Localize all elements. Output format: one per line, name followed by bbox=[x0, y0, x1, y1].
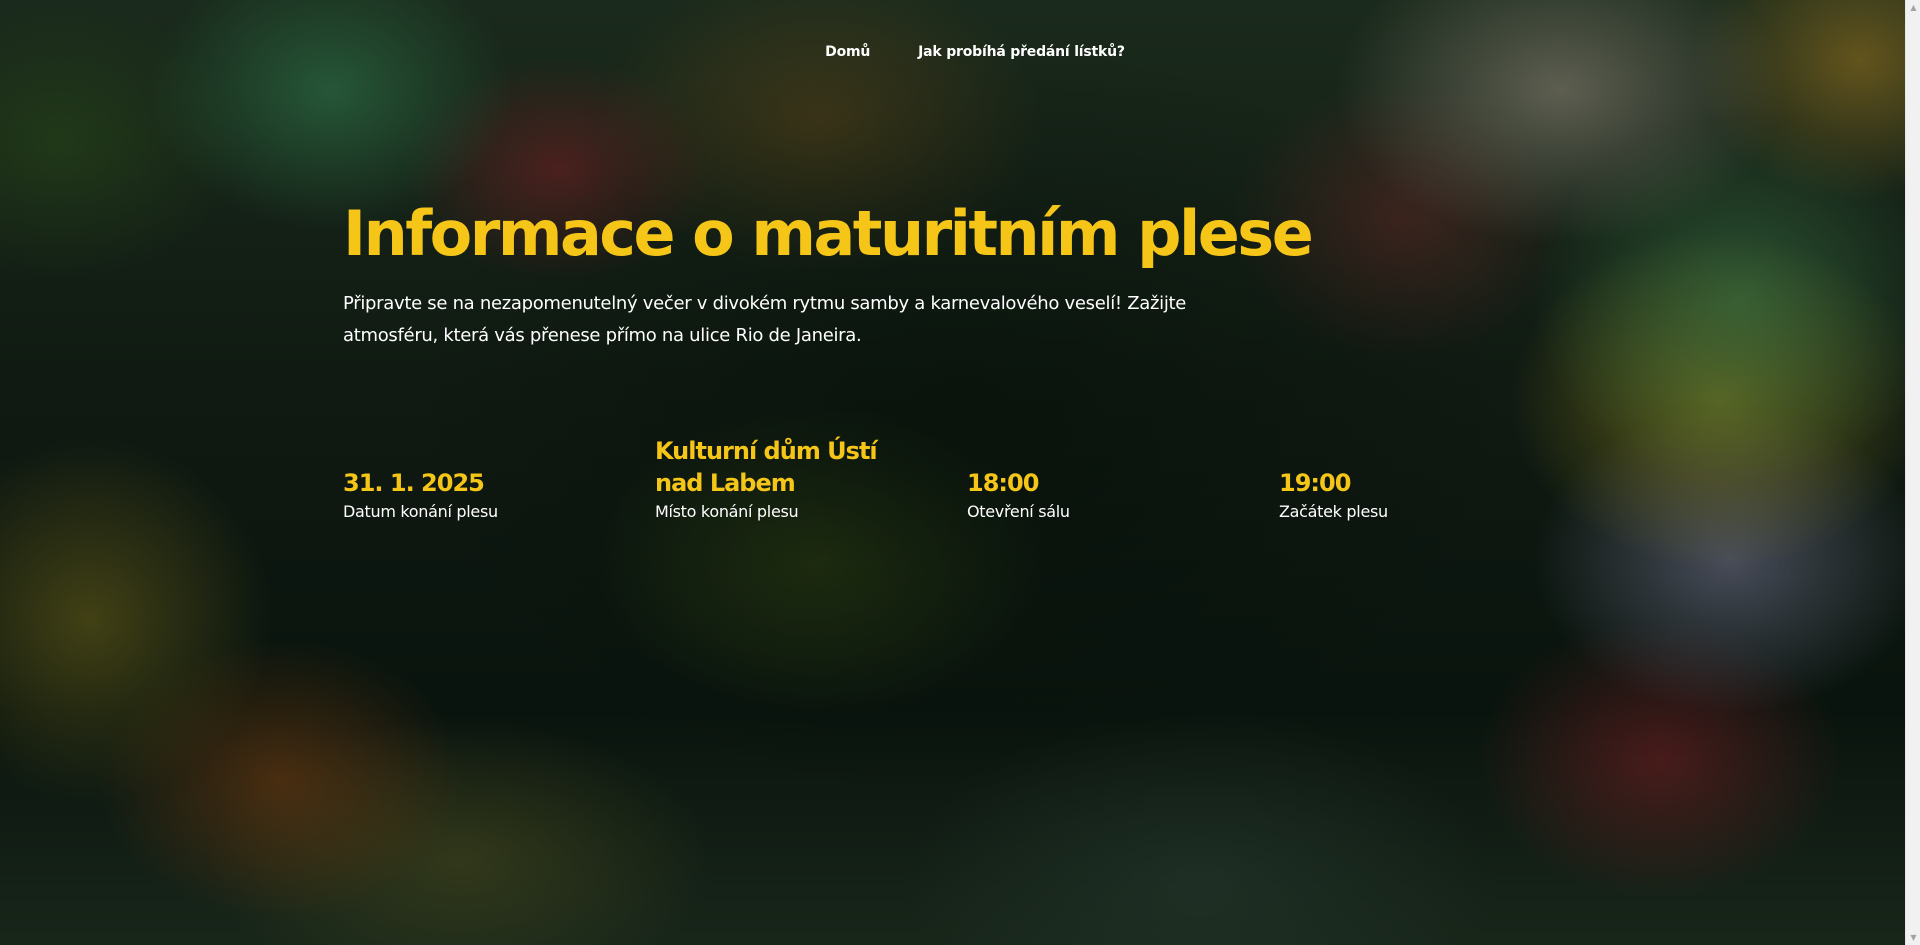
fact-venue: Kulturní dům Ústí nad Labem Místo konání… bbox=[655, 435, 967, 523]
nav-link-ticket-handover[interactable]: Jak probíhá předání lístků? bbox=[918, 44, 1125, 60]
nav-link-home[interactable]: Domů bbox=[825, 44, 870, 60]
page: Domů Jak probíhá předání lístků? Informa… bbox=[0, 0, 1920, 945]
fact-start-value: 19:00 bbox=[1279, 469, 1351, 497]
hero-section: Informace o maturitním plese Připravte s… bbox=[343, 197, 1314, 352]
fact-date: 31. 1. 2025 Datum konání plesu bbox=[343, 435, 655, 523]
fact-doors-open-label: Otevření sálu bbox=[967, 502, 1070, 521]
fact-date-label: Datum konání plesu bbox=[343, 502, 498, 521]
fact-venue-value: Kulturní dům Ústí nad Labem bbox=[655, 437, 878, 497]
fact-start-label: Začátek plesu bbox=[1279, 502, 1388, 521]
fact-doors-open: 18:00 Otevření sálu bbox=[967, 435, 1279, 523]
scroll-down-arrow-icon[interactable]: ▼ bbox=[1906, 930, 1920, 945]
fact-venue-label: Místo konání plesu bbox=[655, 502, 799, 521]
fact-doors-open-value: 18:00 bbox=[967, 469, 1039, 497]
fact-date-value: 31. 1. 2025 bbox=[343, 469, 485, 497]
fact-start: 19:00 Začátek plesu bbox=[1279, 435, 1591, 523]
vertical-scrollbar[interactable]: ▲ ▼ bbox=[1905, 0, 1920, 945]
hero-description: Připravte se na nezapomenutelný večer v … bbox=[343, 293, 1187, 347]
main-nav: Domů Jak probíhá předání lístků? bbox=[0, 44, 1904, 60]
page-title: Informace o maturitním plese bbox=[343, 197, 1314, 270]
scroll-up-arrow-icon[interactable]: ▲ bbox=[1906, 0, 1920, 15]
event-facts: 31. 1. 2025 Datum konání plesu Kulturní … bbox=[343, 435, 1591, 523]
